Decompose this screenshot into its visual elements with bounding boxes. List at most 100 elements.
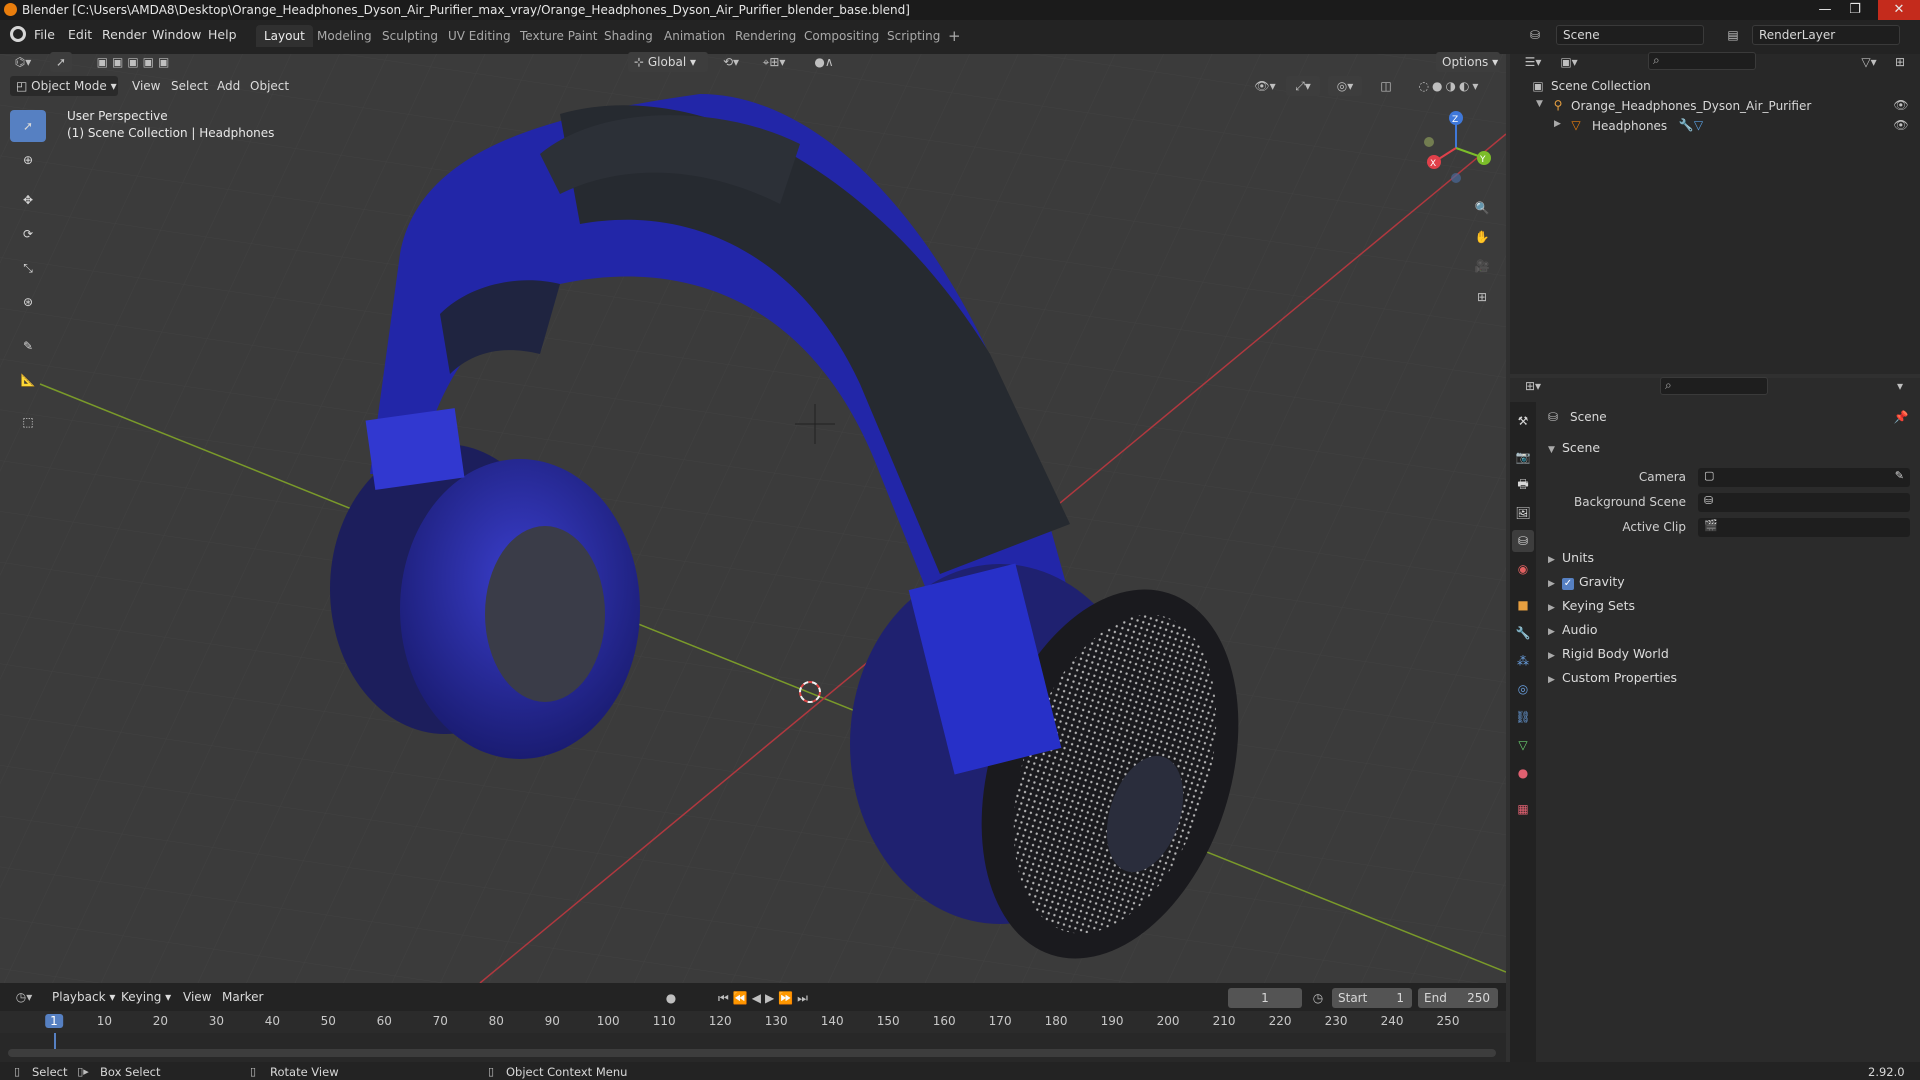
shading-modes-icon[interactable]: ◌●◑◐▾ bbox=[1404, 76, 1496, 96]
timeline-menu-view[interactable]: View bbox=[183, 990, 211, 1004]
add-workspace-button[interactable]: + bbox=[940, 25, 969, 47]
viewport-menu-view[interactable]: View bbox=[132, 79, 160, 93]
editor-type-icon[interactable]: ⌬▾ bbox=[10, 52, 36, 72]
transform-orientation-dropdown[interactable]: ⊹ Global ▾ bbox=[628, 52, 708, 72]
select-mode-icon[interactable]: ➚ bbox=[50, 52, 72, 72]
timeline-menu-keying[interactable]: Keying ▾ bbox=[121, 990, 171, 1004]
material-tab-icon[interactable]: ● bbox=[1512, 762, 1534, 784]
menu-help[interactable]: Help bbox=[208, 27, 237, 42]
scene-section-header[interactable]: ▼ Scene bbox=[1548, 440, 1600, 455]
mode-dropdown[interactable]: ◰ Object Mode ▾ bbox=[10, 76, 118, 96]
selection-modes-icon[interactable]: ▣▣▣▣▣ bbox=[90, 52, 180, 72]
playback-controls-icon[interactable]: ⏮⏪◀▶⏩⏭ bbox=[706, 988, 824, 1008]
pin-icon[interactable]: 📌 bbox=[1892, 408, 1910, 426]
active-clip-field[interactable]: 🎬 bbox=[1698, 518, 1910, 537]
expand-arrow-icon[interactable]: ▼ bbox=[1536, 99, 1543, 109]
properties-editor-icon[interactable]: ⊞▾ bbox=[1518, 376, 1548, 396]
texture-tab-icon[interactable]: ▦ bbox=[1512, 798, 1534, 820]
eyedropper-icon[interactable]: ✎ bbox=[1895, 469, 1904, 482]
minimize-button[interactable]: — bbox=[1812, 0, 1838, 20]
visibility-eye-icon[interactable]: 👁 bbox=[1892, 117, 1910, 133]
timeline-menu-marker[interactable]: Marker bbox=[222, 990, 263, 1004]
object-tab-icon[interactable]: ■ bbox=[1512, 594, 1534, 616]
visibility-icon[interactable]: 👁▾ bbox=[1250, 76, 1280, 96]
scene-selector[interactable]: Scene bbox=[1556, 25, 1704, 45]
outliner-item-headphones[interactable]: Headphones bbox=[1592, 119, 1667, 133]
data-tab-icon[interactable]: ▽ bbox=[1512, 734, 1534, 756]
physics-tab-icon[interactable]: ◎ bbox=[1512, 678, 1534, 700]
pan-hand-icon[interactable]: ✋ bbox=[1470, 225, 1494, 249]
viewport-menu-add[interactable]: Add bbox=[217, 79, 240, 93]
cursor-tool[interactable]: ⊕ bbox=[10, 144, 46, 176]
tab-modeling[interactable]: Modeling bbox=[309, 25, 380, 47]
renderlayer-selector[interactable]: RenderLayer bbox=[1752, 25, 1900, 45]
navigation-gizmo[interactable]: Z Y X bbox=[1416, 108, 1496, 188]
pivot-icon[interactable]: ⟲▾ bbox=[716, 52, 746, 72]
menu-window[interactable]: Window bbox=[152, 27, 201, 42]
tab-shading[interactable]: Shading bbox=[596, 25, 661, 47]
tab-layout[interactable]: Layout bbox=[256, 25, 313, 47]
auto-keying-icon[interactable]: ● bbox=[660, 988, 682, 1008]
preview-range-icon[interactable]: ◷ bbox=[1308, 988, 1328, 1008]
add-cube-tool[interactable]: ⬚ bbox=[10, 406, 46, 438]
menu-render[interactable]: Render bbox=[102, 27, 147, 42]
camera-view-icon[interactable]: 🎥 bbox=[1470, 254, 1494, 278]
outliner-item-collection[interactable]: Orange_Headphones_Dyson_Air_Purifier bbox=[1571, 99, 1811, 113]
zoom-icon[interactable]: 🔍 bbox=[1470, 196, 1494, 220]
move-tool[interactable]: ✥ bbox=[10, 184, 46, 216]
scale-tool[interactable]: ⤡ bbox=[10, 252, 46, 284]
tab-uv-editing[interactable]: UV Editing bbox=[440, 25, 519, 47]
3d-viewport[interactable] bbox=[0, 54, 1506, 983]
display-mode-icon[interactable]: ▣▾ bbox=[1554, 52, 1584, 72]
proportional-edit-icon[interactable]: ●∧ bbox=[806, 52, 842, 72]
measure-tool[interactable]: 📐 bbox=[10, 364, 46, 396]
keying-sets-panel-header[interactable]: ▶ Keying Sets bbox=[1548, 598, 1635, 613]
timeline-editor-icon[interactable]: ◷▾ bbox=[10, 987, 38, 1007]
tab-texture-paint[interactable]: Texture Paint bbox=[512, 25, 605, 47]
tab-rendering[interactable]: Rendering bbox=[727, 25, 804, 47]
end-frame-field[interactable]: End 250 bbox=[1418, 988, 1498, 1008]
ortho-grid-icon[interactable]: ⊞ bbox=[1470, 285, 1494, 309]
tab-scripting[interactable]: Scripting bbox=[879, 25, 948, 47]
rotate-tool[interactable]: ⟳ bbox=[10, 218, 46, 250]
background-scene-field[interactable]: ⛁ bbox=[1698, 493, 1910, 512]
properties-options-icon[interactable]: ▾ bbox=[1890, 377, 1910, 395]
new-collection-icon[interactable]: ⊞ bbox=[1890, 52, 1910, 72]
custom-properties-panel-header[interactable]: ▶ Custom Properties bbox=[1548, 670, 1677, 685]
rigid-body-world-panel-header[interactable]: ▶ Rigid Body World bbox=[1548, 646, 1669, 661]
menu-edit[interactable]: Edit bbox=[68, 27, 92, 42]
scene-icon[interactable]: ⛁ bbox=[1524, 26, 1546, 44]
collapse-arrow-icon[interactable]: ▶ bbox=[1554, 119, 1561, 129]
gizmo-toggle-icon[interactable]: ⤢▾ bbox=[1286, 76, 1320, 96]
camera-field[interactable]: ▢ ✎ bbox=[1698, 468, 1910, 487]
close-window-button[interactable]: ✕ bbox=[1878, 0, 1920, 20]
gravity-checkbox[interactable]: ✓ bbox=[1562, 578, 1574, 590]
gravity-panel-header[interactable]: ▶ ✓ Gravity bbox=[1548, 574, 1625, 590]
current-frame-field[interactable]: 1 bbox=[1228, 988, 1302, 1008]
tab-sculpting[interactable]: Sculpting bbox=[374, 25, 446, 47]
menu-file[interactable]: File bbox=[34, 27, 55, 42]
timeline-menu-playback[interactable]: Playback ▾ bbox=[52, 990, 115, 1004]
audio-panel-header[interactable]: ▶ Audio bbox=[1548, 622, 1598, 637]
timeline-scrollbar[interactable] bbox=[8, 1049, 1496, 1057]
blender-menu-icon[interactable] bbox=[10, 26, 26, 42]
viewport-menu-object[interactable]: Object bbox=[250, 79, 289, 93]
modifier-tab-icon[interactable]: 🔧 bbox=[1512, 622, 1534, 644]
renderlayer-icon[interactable]: ▤ bbox=[1722, 26, 1744, 44]
tab-animation[interactable]: Animation bbox=[656, 25, 733, 47]
outliner-search-input[interactable]: ⌕ bbox=[1648, 52, 1756, 70]
tool-tab-icon[interactable]: ⚒ bbox=[1512, 410, 1534, 432]
viewport-menu-select[interactable]: Select bbox=[171, 79, 208, 93]
constraints-tab-icon[interactable]: ⛓ bbox=[1512, 706, 1534, 728]
options-dropdown[interactable]: Options ▾ bbox=[1436, 52, 1500, 72]
transform-tool[interactable]: ⊛ bbox=[10, 286, 46, 318]
units-panel-header[interactable]: ▶ Units bbox=[1548, 550, 1594, 565]
xray-icon[interactable]: ◫ bbox=[1376, 76, 1396, 96]
start-frame-field[interactable]: Start 1 bbox=[1332, 988, 1412, 1008]
particles-tab-icon[interactable]: ⁂ bbox=[1512, 650, 1534, 672]
render-tab-icon[interactable]: 📷 bbox=[1512, 446, 1534, 468]
outliner-scene-collection[interactable]: Scene Collection bbox=[1551, 79, 1651, 93]
overlay-toggle-icon[interactable]: ◎▾ bbox=[1328, 76, 1362, 96]
visibility-eye-icon[interactable]: 👁 bbox=[1892, 97, 1910, 113]
world-tab-icon[interactable]: ◉ bbox=[1512, 558, 1534, 580]
